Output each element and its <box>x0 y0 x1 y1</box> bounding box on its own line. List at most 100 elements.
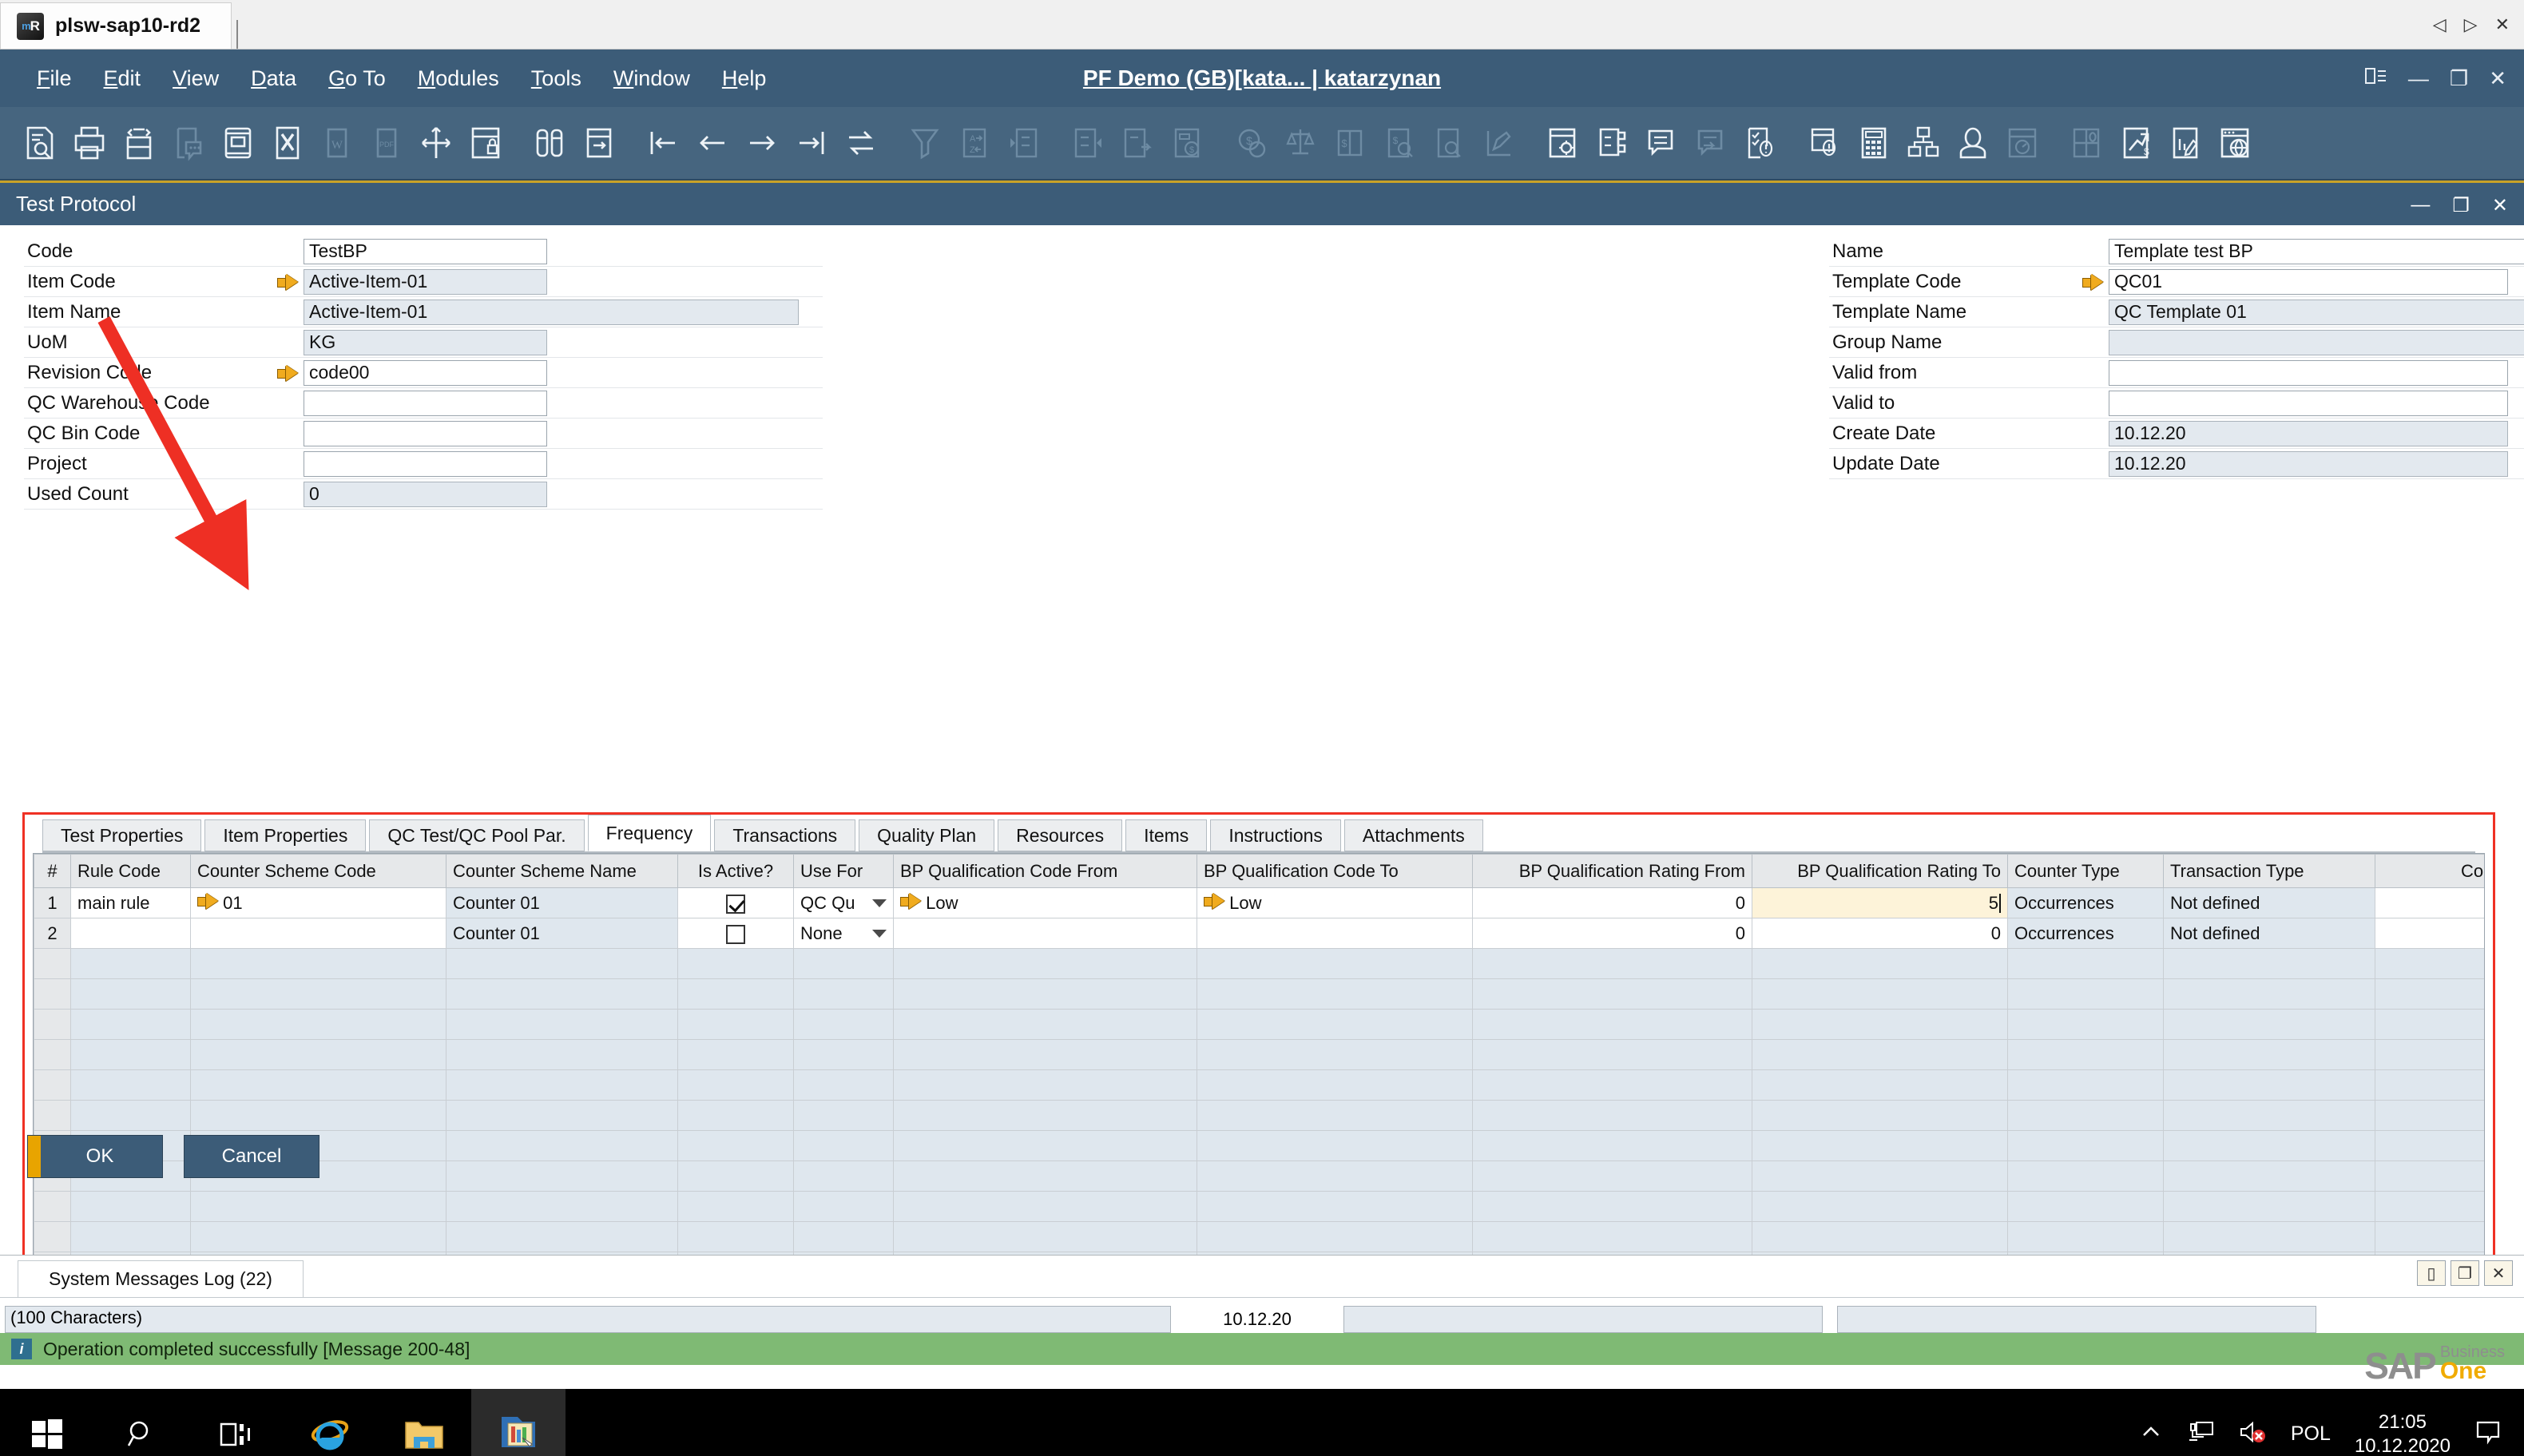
empty-cell[interactable] <box>894 949 1197 979</box>
cell-transaction-type[interactable]: Not defined <box>2164 888 2375 918</box>
file-explorer-button[interactable] <box>377 1389 471 1456</box>
empty-cell[interactable] <box>794 1161 894 1192</box>
document-restore-button[interactable]: ❐ <box>2452 194 2470 217</box>
swap-icon[interactable] <box>839 121 883 165</box>
empty-cell[interactable] <box>191 1222 446 1252</box>
cell-is-active[interactable] <box>678 918 794 949</box>
empty-cell[interactable] <box>2164 949 2375 979</box>
table-row-empty[interactable] <box>34 1131 2486 1161</box>
empty-cell[interactable] <box>894 1161 1197 1192</box>
menu-item-file[interactable]: File <box>21 61 88 96</box>
price-lookup-icon[interactable]: $ <box>1228 121 1273 165</box>
tab-attachments[interactable]: Attachments <box>1344 819 1483 851</box>
empty-cell[interactable] <box>446 1070 678 1101</box>
layout-toggle-icon[interactable] <box>2365 66 2387 91</box>
empty-cell[interactable] <box>2164 1131 2375 1161</box>
approval-check-icon[interactable] <box>1738 121 1783 165</box>
sap-business-one-button[interactable] <box>471 1389 566 1456</box>
empty-cell[interactable] <box>678 1010 794 1040</box>
empty-cell[interactable] <box>894 979 1197 1010</box>
message-close-button[interactable]: ✕ <box>2484 1260 2513 1286</box>
drill-down-icon[interactable] <box>1115 121 1160 165</box>
filter-icon[interactable] <box>903 121 947 165</box>
cancel-button[interactable]: Cancel <box>184 1135 319 1178</box>
org-chart-icon[interactable] <box>1901 121 1946 165</box>
empty-cell[interactable] <box>446 1222 678 1252</box>
user-defined-fields-icon[interactable] <box>1589 121 1634 165</box>
empty-cell[interactable] <box>446 949 678 979</box>
cell-counter-scheme-name[interactable]: Counter 01 <box>446 918 678 949</box>
empty-cell[interactable] <box>1197 949 1473 979</box>
field-input[interactable]: TestBP <box>304 239 547 264</box>
column-header[interactable]: BP Qualification Code To <box>1197 855 1473 888</box>
menu-item-data[interactable]: Data <box>235 61 312 96</box>
next-session-button[interactable]: ▷ <box>2464 14 2478 35</box>
link-arrow-icon[interactable] <box>272 365 304 381</box>
signature-icon[interactable] <box>2163 121 2208 165</box>
calculator-icon[interactable] <box>1851 121 1896 165</box>
empty-cell[interactable] <box>2008 1222 2164 1252</box>
field-input[interactable] <box>304 391 547 416</box>
tab-transactions[interactable]: Transactions <box>714 819 855 851</box>
send-message-icon[interactable] <box>1689 121 1733 165</box>
empty-cell[interactable] <box>2375 1161 2486 1192</box>
empty-cell[interactable] <box>71 1040 191 1070</box>
empty-cell[interactable] <box>894 1070 1197 1101</box>
notifications-icon[interactable] <box>2474 1419 2502 1450</box>
empty-cell[interactable] <box>34 949 71 979</box>
empty-cell[interactable] <box>71 1070 191 1101</box>
messages-icon[interactable] <box>1639 121 1684 165</box>
cell-transaction-type[interactable]: Not defined <box>2164 918 2375 949</box>
table-row-empty[interactable] <box>34 1070 2486 1101</box>
empty-cell[interactable] <box>2375 1101 2486 1131</box>
empty-cell[interactable] <box>2008 979 2164 1010</box>
empty-cell[interactable] <box>2375 1070 2486 1101</box>
field-input[interactable]: QC01 <box>2109 269 2508 295</box>
launch-app-icon[interactable] <box>414 121 458 165</box>
empty-cell[interactable] <box>34 1192 71 1222</box>
empty-cell[interactable] <box>1752 1222 2008 1252</box>
table-row-empty[interactable] <box>34 1040 2486 1070</box>
link-arrow-icon[interactable] <box>1204 893 1224 909</box>
empty-cell[interactable] <box>894 1101 1197 1131</box>
checkbox[interactable] <box>726 895 745 914</box>
empty-cell[interactable] <box>2164 1010 2375 1040</box>
cell-bp-qual-code-from[interactable]: Low <box>894 888 1197 918</box>
minimize-button[interactable]: — <box>2408 66 2429 91</box>
search-button[interactable] <box>94 1389 189 1456</box>
column-header[interactable]: Is Active? <box>678 855 794 888</box>
empty-cell[interactable] <box>2164 1040 2375 1070</box>
empty-cell[interactable] <box>2008 1161 2164 1192</box>
empty-cell[interactable] <box>2008 1131 2164 1161</box>
empty-cell[interactable] <box>71 979 191 1010</box>
row-number[interactable]: 2 <box>34 918 71 949</box>
empty-cell[interactable] <box>2375 949 2486 979</box>
close-button[interactable]: ✕ <box>2489 66 2506 91</box>
document-close-button[interactable]: ✕ <box>2492 194 2508 217</box>
tab-resources[interactable]: Resources <box>998 819 1122 851</box>
empty-cell[interactable] <box>1473 1192 1752 1222</box>
task-view-button[interactable] <box>189 1389 283 1456</box>
volume-weight-icon[interactable]: $ <box>1327 121 1372 165</box>
empty-cell[interactable] <box>446 1161 678 1192</box>
empty-cell[interactable] <box>1752 1010 2008 1040</box>
export-excel-icon[interactable] <box>265 121 310 165</box>
table-row-empty[interactable] <box>34 1161 2486 1192</box>
volume-muted-icon[interactable] <box>2238 1420 2267 1449</box>
table-row[interactable]: 1main rule 01Counter 01QC Qu Low Low05Oc… <box>34 888 2486 918</box>
empty-cell[interactable] <box>894 1222 1197 1252</box>
empty-cell[interactable] <box>446 1192 678 1222</box>
field-input[interactable]: Active-Item-01 <box>304 300 799 325</box>
empty-cell[interactable] <box>1197 1101 1473 1131</box>
empty-cell[interactable] <box>678 1070 794 1101</box>
cockpit-icon[interactable] <box>2064 121 2109 165</box>
tab-item-properties[interactable]: Item Properties <box>204 819 366 851</box>
table-row-empty[interactable] <box>34 1101 2486 1131</box>
empty-cell[interactable] <box>71 1010 191 1040</box>
empty-cell[interactable] <box>2375 1131 2486 1161</box>
empty-cell[interactable] <box>34 1222 71 1252</box>
expand-left-icon[interactable] <box>1002 121 1046 165</box>
empty-cell[interactable] <box>71 949 191 979</box>
empty-cell[interactable] <box>191 1040 446 1070</box>
lock-screen-icon[interactable] <box>463 121 508 165</box>
